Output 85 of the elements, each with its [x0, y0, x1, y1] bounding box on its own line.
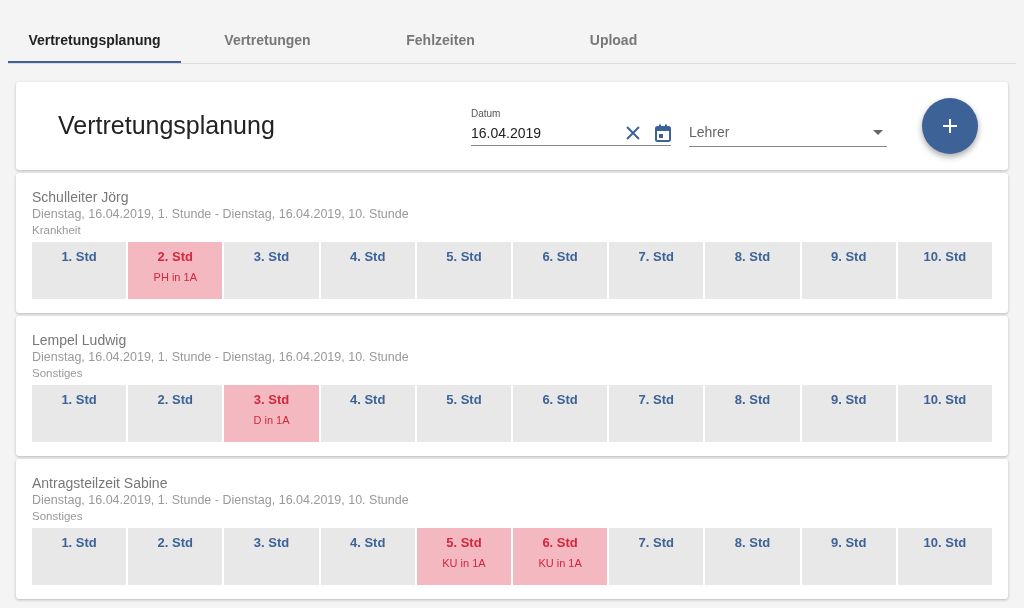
add-button[interactable]: [922, 98, 978, 154]
calendar-icon[interactable]: [655, 124, 671, 142]
lesson-slot[interactable]: 5. Std: [416, 242, 511, 299]
lesson-slot[interactable]: 7. Std: [609, 242, 704, 299]
tab[interactable]: Upload: [527, 20, 700, 63]
tab[interactable]: Vertretungen: [181, 20, 354, 63]
page-title: Vertretungsplanung: [58, 110, 276, 142]
lesson-number: 8. Std: [734, 391, 771, 409]
lesson-number: 6. Std: [542, 248, 578, 266]
lesson-slot[interactable]: 1. Std: [32, 385, 127, 442]
tab[interactable]: Fehlzeiten: [354, 20, 527, 63]
lesson-slot[interactable]: 8. Std: [705, 242, 800, 299]
lesson-slot[interactable]: 2. Std PH in 1A: [128, 242, 223, 299]
lesson-slot[interactable]: 1. Std: [32, 242, 127, 299]
lesson-slot[interactable]: 6. Std: [513, 385, 608, 442]
lesson-number: 2. Std: [157, 248, 193, 266]
lesson-number: 6. Std: [542, 534, 578, 552]
lesson-slot[interactable]: 10. Std: [897, 385, 992, 442]
lesson-slot[interactable]: 4. Std: [320, 385, 415, 442]
lesson-slot[interactable]: 5. Std KU in 1A: [416, 528, 511, 585]
lesson-number: 9. Std: [831, 534, 867, 552]
lesson-subject: D in 1A: [253, 412, 290, 428]
absence-period: Dienstag, 16.04.2019, 1. Stunde - Dienstag, 16.04.2019, 10. Stunde: [32, 349, 410, 365]
plus-icon: [942, 118, 958, 134]
lesson-number: 1. Std: [61, 248, 97, 266]
lesson-slot[interactable]: 7. Std: [609, 385, 704, 442]
teacher-name: Schulleiter Jörg: [32, 189, 130, 206]
lesson-slot[interactable]: 7. Std: [609, 528, 704, 585]
caret-icon: [873, 130, 883, 135]
lesson-number: 4. Std: [350, 248, 386, 266]
teacher-select[interactable]: Lehrer: [689, 119, 887, 147]
absence-reason: Krankheit: [32, 223, 82, 238]
lesson-number: 3. Std: [253, 391, 290, 409]
lesson-number: 6. Std: [542, 391, 578, 409]
lesson-number: 5. Std: [446, 534, 482, 552]
lesson-number: 4. Std: [350, 534, 386, 552]
lesson-slot[interactable]: 5. Std: [416, 385, 511, 442]
lesson-number: 7. Std: [638, 248, 674, 266]
lesson-number: 10. Std: [923, 391, 967, 409]
absence-period: Dienstag, 16.04.2019, 1. Stunde - Dienstag, 16.04.2019, 10. Stunde: [32, 492, 410, 508]
date-field[interactable]: Datum 16.04.2019: [471, 106, 671, 146]
close-icon[interactable]: [625, 125, 641, 141]
lesson-number: 1. Std: [61, 391, 97, 409]
lesson-number: 4. Std: [350, 391, 386, 409]
lesson-number: 5. Std: [446, 248, 482, 266]
lesson-slot[interactable]: 8. Std: [705, 528, 800, 585]
lesson-number: 8. Std: [734, 534, 771, 552]
lesson-slot[interactable]: 2. Std: [128, 385, 223, 442]
lesson-slot[interactable]: 8. Std: [705, 385, 800, 442]
lesson-slot[interactable]: 2. Std: [128, 528, 223, 585]
lesson-slot[interactable]: 3. Std D in 1A: [224, 385, 319, 442]
lesson-subject: KU in 1A: [442, 555, 486, 571]
lesson-number: 9. Std: [831, 248, 867, 266]
absence-reason: Sonstiges: [32, 366, 84, 381]
lesson-number: 7. Std: [638, 391, 674, 409]
lesson-slot[interactable]: 3. Std: [224, 242, 319, 299]
lesson-slot[interactable]: 9. Std: [801, 385, 896, 442]
lesson-number: 5. Std: [446, 391, 482, 409]
lesson-number: 1. Std: [61, 534, 97, 552]
lesson-number: 8. Std: [734, 248, 771, 266]
lesson-number: 2. Std: [157, 534, 193, 552]
lesson-subject: PH in 1A: [153, 269, 197, 285]
tab[interactable]: Vertretungsplanung: [8, 20, 181, 63]
lesson-number: 7. Std: [638, 534, 674, 552]
lesson-slot[interactable]: 3. Std: [224, 528, 319, 585]
lesson-number: 9. Std: [831, 391, 867, 409]
teacher-name: Lempel Ludwig: [32, 332, 128, 349]
lesson-slot[interactable]: 9. Std: [801, 528, 896, 585]
lesson-slot[interactable]: 6. Std KU in 1A: [513, 528, 608, 585]
lesson-number: 3. Std: [253, 248, 290, 266]
lesson-subject: KU in 1A: [538, 555, 582, 571]
absence-period: Dienstag, 16.04.2019, 1. Stunde - Dienstag, 16.04.2019, 10. Stunde: [32, 206, 410, 222]
teacher-name: Antragsteilzeit Sabine: [32, 475, 169, 492]
absence-reason: Sonstiges: [32, 509, 84, 524]
lesson-slot[interactable]: 4. Std: [320, 528, 415, 585]
lesson-slot[interactable]: 9. Std: [801, 242, 896, 299]
lesson-slot[interactable]: 10. Std: [897, 528, 992, 585]
lesson-slot[interactable]: 1. Std: [32, 528, 127, 585]
lesson-number: 10. Std: [923, 248, 967, 266]
lesson-slot[interactable]: 4. Std: [320, 242, 415, 299]
lesson-number: 10. Std: [923, 534, 967, 552]
lesson-number: 3. Std: [253, 534, 290, 552]
lesson-slot[interactable]: 6. Std: [513, 242, 608, 299]
lesson-number: 2. Std: [157, 391, 193, 409]
lesson-slot[interactable]: 10. Std: [897, 242, 992, 299]
